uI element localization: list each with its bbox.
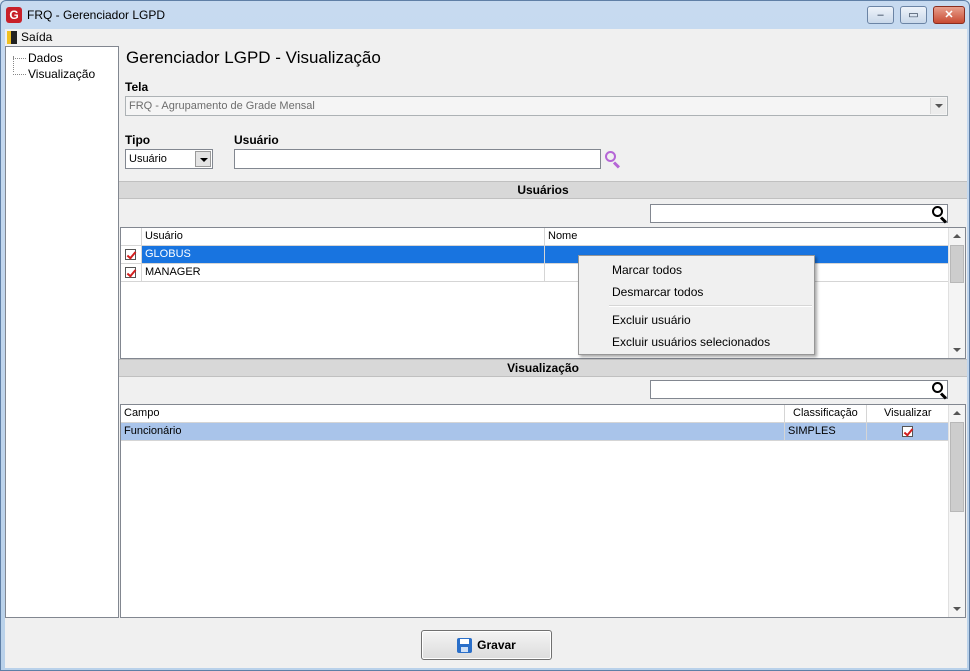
client-area: Saída Dados Visualização Gerenciador LGP… [5,29,967,668]
search-icon[interactable] [604,150,622,169]
view-search-input[interactable] [650,380,948,399]
save-button[interactable]: Gravar [421,630,552,660]
scroll-thumb[interactable] [950,245,964,283]
tree-item-visualizacao[interactable]: Visualização [13,67,95,81]
search-icon[interactable] [931,381,949,400]
cell-campo: Funcionário [121,423,785,441]
column-header-campo[interactable]: Campo [121,405,785,423]
table-row[interactable]: GLOBUS [121,246,949,264]
menu-item-excluir-usuario[interactable]: Excluir usuário [612,313,691,327]
exit-menu-item[interactable]: Saída [7,29,52,45]
cell-usuario: GLOBUS [142,246,545,264]
app-window: G FRQ - Gerenciador LGPD – ▭ ✕ Saída Dad… [0,0,970,671]
tree-item-dados[interactable]: Dados [13,51,63,65]
navigation-tree: Dados Visualização [5,46,119,618]
view-section-header: Visualização [119,359,967,377]
close-button[interactable]: ✕ [933,6,965,24]
tree-item-label: Dados [28,51,63,65]
tela-select[interactable]: FRQ - Agrupamento de Grade Mensal [125,96,948,116]
page-title: Gerenciador LGPD - Visualização [126,48,381,67]
usuario-label: Usuário [234,133,279,147]
column-header-nome[interactable]: Nome [545,228,949,246]
save-button-label: Gravar [477,638,516,652]
maximize-button[interactable]: ▭ [900,6,927,24]
tipo-label: Tipo [125,133,151,147]
view-grid: Campo Classificação Visualizar Funcionár… [120,404,966,618]
users-section-header: Usuários [119,181,967,199]
menu-item-marcar-todos[interactable]: Marcar todos [612,263,682,277]
visualizar-checkbox[interactable] [902,426,913,437]
table-row[interactable]: MANAGER [121,264,949,282]
column-header-usuario[interactable]: Usuário [142,228,545,246]
tree-branch-line [13,57,26,59]
select-column-header[interactable] [121,228,142,246]
scroll-up-arrow-icon[interactable] [949,228,965,245]
search-icon[interactable] [931,205,949,224]
menu-separator [609,305,812,307]
tipo-select-value: Usuário [129,153,167,165]
checkbox-cell[interactable] [121,264,142,282]
minimize-button[interactable]: – [867,6,894,24]
users-grid-header: Usuário Nome [121,228,965,246]
floppy-disk-icon [457,637,473,653]
users-grid: Usuário Nome GLOBUS MANAGER [120,227,966,359]
title-bar[interactable]: G FRQ - Gerenciador LGPD – ▭ ✕ [1,1,969,29]
main-panel: Gerenciador LGPD - Visualização Tela FRQ… [119,45,967,620]
menu-item-excluir-selecionados[interactable]: Excluir usuários selecionados [612,335,770,349]
context-menu: Marcar todos Desmarcar todos Excluir usu… [578,255,815,355]
tela-select-value: FRQ - Agrupamento de Grade Mensal [129,100,315,112]
exit-door-icon [7,30,17,44]
tree-item-label: Visualização [28,67,96,81]
usuario-input[interactable] [234,149,601,169]
search-icon-handle [612,161,621,169]
cell-usuario: MANAGER [142,264,545,282]
chevron-down-icon[interactable] [930,98,946,114]
exit-menu-label: Saída [21,30,53,44]
view-grid-scrollbar[interactable] [948,405,965,617]
search-icon-handle [939,216,948,224]
window-title: FRQ - Gerenciador LGPD [27,8,166,22]
tela-label: Tela [125,80,149,94]
column-header-classificacao[interactable]: Classificação [785,405,867,423]
users-grid-scrollbar[interactable] [948,228,965,358]
table-row[interactable]: Funcionário SIMPLES [121,423,949,441]
scroll-up-arrow-icon[interactable] [949,405,965,422]
view-grid-header: Campo Classificação Visualizar [121,405,965,423]
cell-visualizar[interactable] [867,423,949,441]
menu-bar: Saída [5,29,967,45]
cell-classificacao: SIMPLES [785,423,867,441]
app-logo-icon: G [6,7,22,23]
chevron-down-icon[interactable] [195,151,211,167]
row-checkbox[interactable] [125,267,136,278]
scroll-down-arrow-icon[interactable] [949,341,965,358]
scroll-down-arrow-icon[interactable] [949,600,965,617]
tree-branch-line [13,73,26,75]
search-icon-handle [939,392,948,400]
column-header-visualizar[interactable]: Visualizar [867,405,949,423]
scroll-thumb[interactable] [950,422,964,512]
checkbox-cell[interactable] [121,246,142,264]
menu-item-desmarcar-todos[interactable]: Desmarcar todos [612,285,703,299]
tipo-select[interactable]: Usuário [125,149,213,169]
row-checkbox[interactable] [125,249,136,260]
users-search-input[interactable] [650,204,948,223]
